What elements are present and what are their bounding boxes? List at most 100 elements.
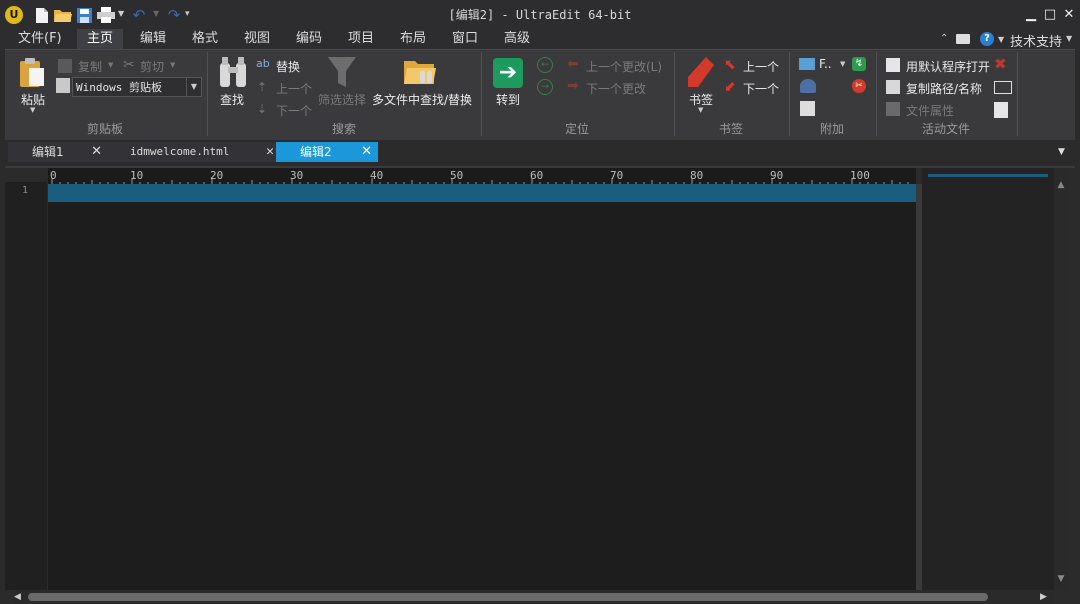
- menu-encoding[interactable]: 编码: [286, 29, 332, 49]
- current-line-highlight: [48, 184, 916, 202]
- vertical-scrollbar[interactable]: ▲ ▼: [1054, 168, 1068, 590]
- next-change-button[interactable]: 下一个更改: [586, 80, 646, 97]
- tab-label: 编辑2: [300, 145, 332, 159]
- ruler-label: 30: [290, 169, 303, 182]
- multi-file-find-replace-button[interactable]: 多文件中查找/替换: [370, 91, 474, 108]
- menu-edit[interactable]: 编辑: [130, 29, 176, 49]
- horizontal-scroll-thumb[interactable]: [28, 593, 988, 601]
- menu-home[interactable]: 主页: [77, 29, 124, 49]
- close-file-icon[interactable]: ✖: [994, 55, 1007, 73]
- bookmark-dropdown-icon[interactable]: ▼: [698, 106, 703, 114]
- next-position-icon[interactable]: →: [537, 79, 553, 95]
- ruler-label: 10: [130, 169, 143, 182]
- file-list-icon[interactable]: [994, 102, 1008, 118]
- compare-icon[interactable]: ✂: [852, 79, 866, 93]
- ftp-dropdown-icon[interactable]: ▼: [840, 60, 845, 68]
- horizontal-scrollbar[interactable]: ◀ ▶: [14, 590, 1054, 604]
- support-dropdown-icon[interactable]: ▼: [1066, 34, 1072, 43]
- bookmark-icon[interactable]: [688, 57, 714, 90]
- prev-change-button[interactable]: 上一个更改(L): [586, 58, 662, 75]
- paste-icon[interactable]: [18, 58, 46, 91]
- menu-view[interactable]: 视图: [234, 29, 280, 49]
- ftp-folder-icon[interactable]: [799, 58, 815, 70]
- binoculars-icon[interactable]: [218, 57, 248, 92]
- customize-quick-access-icon[interactable]: ▾: [185, 9, 190, 19]
- tab-edit2[interactable]: 编辑2 ✕: [276, 142, 378, 162]
- scissors-icon: ✂: [123, 57, 135, 73]
- app-logo[interactable]: U: [5, 6, 23, 24]
- menu-format[interactable]: 格式: [182, 29, 228, 49]
- ruler-label: 100: [850, 169, 870, 182]
- ftp-button[interactable]: F..: [819, 57, 832, 71]
- prev-position-icon[interactable]: ←: [537, 57, 553, 73]
- minimap[interactable]: [922, 168, 1054, 590]
- sync-icon[interactable]: ↯: [852, 57, 866, 71]
- close-tab-icon[interactable]: ✕: [91, 142, 102, 162]
- copy-button[interactable]: 复制: [78, 58, 102, 75]
- help-icon[interactable]: ?: [980, 32, 994, 46]
- cut-button[interactable]: 剪切: [140, 58, 164, 75]
- open-folder-icon[interactable]: [53, 5, 73, 25]
- file-properties-button[interactable]: 文件属性: [906, 102, 954, 119]
- redo-icon[interactable]: ↷: [164, 5, 184, 25]
- minimize-button[interactable]: ▁: [1022, 6, 1040, 24]
- paste-dropdown-icon[interactable]: ▼: [30, 106, 35, 114]
- copy-dropdown-icon[interactable]: ▼: [108, 61, 113, 69]
- clipboard-select[interactable]: Windows 剪贴板: [72, 77, 188, 97]
- cut-dropdown-icon[interactable]: ▼: [170, 61, 175, 69]
- minimap-viewport[interactable]: [928, 174, 1048, 177]
- keyboard-icon[interactable]: [956, 34, 970, 44]
- close-button[interactable]: ✕: [1060, 6, 1078, 24]
- scroll-left-icon[interactable]: ◀: [14, 591, 26, 603]
- next-change-icon: ➡: [567, 78, 579, 94]
- help-dropdown-icon[interactable]: ▼: [998, 35, 1004, 44]
- close-tab-icon[interactable]: ✕: [361, 142, 372, 162]
- line-number: 1: [22, 185, 29, 196]
- scroll-down-icon[interactable]: ▼: [1056, 574, 1066, 584]
- goto-button[interactable]: 转到: [490, 91, 526, 108]
- tab-idmwelcome[interactable]: idmwelcome.html ✕: [104, 142, 280, 162]
- title-bar: [0, 0, 1080, 29]
- filter-selection-button[interactable]: 筛选选择: [316, 91, 368, 108]
- replace-button[interactable]: 替换: [276, 58, 300, 75]
- menu-layout[interactable]: 布局: [390, 29, 436, 49]
- menu-file[interactable]: 文件(F): [8, 29, 72, 49]
- goto-arrow-icon[interactable]: ➔: [493, 58, 523, 88]
- tab-edit1[interactable]: 编辑1 ✕: [8, 142, 108, 162]
- cloud-icon[interactable]: [800, 79, 816, 93]
- tab-list-dropdown-icon[interactable]: ▼: [1058, 147, 1065, 157]
- collapse-ribbon-icon[interactable]: ⌃: [940, 33, 948, 44]
- rename-file-icon[interactable]: [994, 81, 1012, 94]
- maximize-button[interactable]: □: [1041, 6, 1059, 24]
- close-tab-icon[interactable]: ✕: [266, 142, 274, 162]
- clipboard-dropdown-icon[interactable]: ▼: [186, 77, 202, 97]
- scroll-up-icon[interactable]: ▲: [1056, 180, 1066, 190]
- tab-label: idmwelcome.html: [130, 145, 230, 158]
- save-icon[interactable]: [74, 5, 94, 25]
- ruler-label: 20: [210, 169, 223, 182]
- copy-path-name-button[interactable]: 复制路径/名称: [906, 80, 982, 97]
- scroll-right-icon[interactable]: ▶: [1040, 591, 1052, 603]
- file-properties-icon: [886, 102, 900, 116]
- find-prev-icon: ⇡: [257, 80, 268, 94]
- menu-project[interactable]: 项目: [338, 29, 384, 49]
- print-icon[interactable]: [96, 5, 116, 25]
- prev-bookmark-button[interactable]: 上一个: [743, 58, 779, 75]
- find-prev-button[interactable]: 上一个: [276, 80, 312, 97]
- next-bookmark-button[interactable]: 下一个: [743, 80, 779, 97]
- print-dropdown-icon[interactable]: ▼: [118, 9, 124, 18]
- multi-file-find-icon[interactable]: [404, 57, 436, 90]
- menu-window[interactable]: 窗口: [442, 29, 488, 49]
- tech-support-menu[interactable]: 技术支持: [1010, 31, 1062, 50]
- new-file-icon[interactable]: [32, 5, 52, 25]
- menu-advanced[interactable]: 高级: [494, 29, 540, 49]
- find-button[interactable]: 查找: [214, 91, 250, 108]
- find-next-button[interactable]: 下一个: [276, 102, 312, 119]
- open-with-default-button[interactable]: 用默认程序打开: [906, 58, 990, 75]
- undo-dropdown-icon[interactable]: ▼: [153, 9, 159, 18]
- ruler-ticks: 0 10 20 30 40 50 60 70 80 90 100: [50, 169, 909, 184]
- script-window-icon[interactable]: [800, 101, 815, 116]
- prev-bookmark-icon: ⬉: [724, 57, 736, 73]
- undo-icon[interactable]: ↶: [129, 5, 149, 25]
- text-editor[interactable]: [48, 184, 916, 590]
